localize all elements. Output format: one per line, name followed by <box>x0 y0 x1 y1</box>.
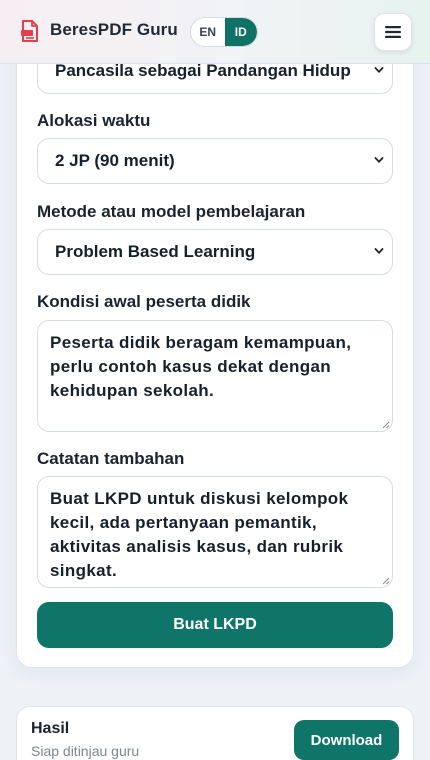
chevron-down-icon <box>374 67 384 73</box>
initial-condition-text: Peserta didik beragam kemampuan, perlu c… <box>50 333 352 400</box>
create-lkpd-button[interactable]: Buat LKPD <box>37 602 393 648</box>
result-subtitle: Siap ditinjau guru <box>31 743 140 759</box>
method-label: Metode atau model pembelajaran <box>37 202 306 221</box>
resize-handle-icon[interactable] <box>381 576 390 585</box>
method-value: Problem Based Learning <box>55 242 256 261</box>
resize-handle-icon[interactable] <box>381 420 390 429</box>
language-id-button[interactable]: ID <box>224 18 257 46</box>
app-header: BeresPDF Guru EN ID <box>0 0 430 64</box>
topic-select-value: Pancasila sebagai Pandangan Hidup <box>55 61 351 80</box>
hamburger-menu-icon <box>385 26 401 38</box>
menu-button[interactable] <box>374 13 412 51</box>
initial-condition-label: Kondisi awal peserta didik <box>37 292 251 311</box>
time-allocation-label: Alokasi waktu <box>37 111 151 130</box>
language-en-button[interactable]: EN <box>191 18 225 46</box>
time-allocation-value: 2 JP (90 menit) <box>55 151 175 170</box>
pdf-document-icon <box>21 20 38 42</box>
additional-notes-text: Buat LKPD untuk diskusi kelompok kecil, … <box>50 489 349 580</box>
result-title: Hasil <box>31 720 70 737</box>
language-toggle[interactable]: EN ID <box>190 17 258 47</box>
download-button[interactable]: Download <box>294 720 399 760</box>
method-select[interactable]: Problem Based Learning <box>37 229 393 275</box>
initial-condition-textarea[interactable]: Peserta didik beragam kemampuan, perlu c… <box>37 320 393 432</box>
brand-name: BeresPDF Guru <box>50 20 178 39</box>
chevron-down-icon <box>374 157 384 163</box>
time-allocation-select[interactable]: 2 JP (90 menit) <box>37 138 393 184</box>
additional-notes-textarea[interactable]: Buat LKPD untuk diskusi kelompok kecil, … <box>37 476 393 588</box>
chevron-down-icon <box>374 248 384 254</box>
additional-notes-label: Catatan tambahan <box>37 449 185 468</box>
